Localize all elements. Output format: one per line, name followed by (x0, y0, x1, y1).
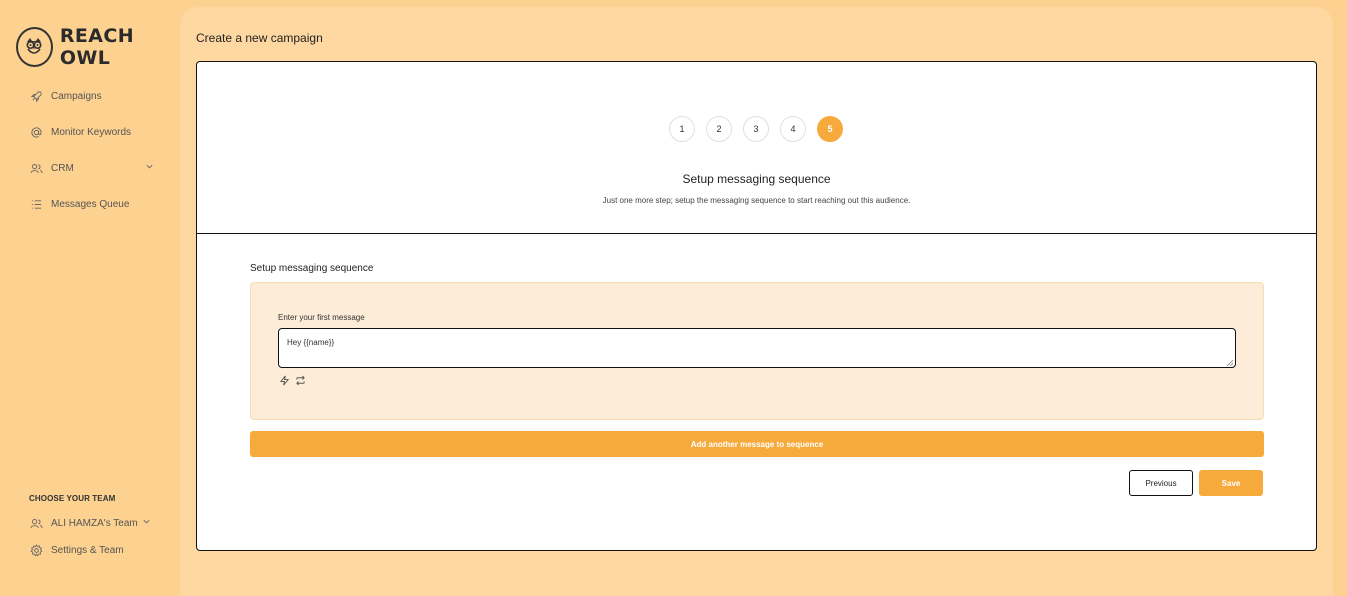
users-icon (29, 516, 43, 530)
sidebar: REACH OWL Campaigns Monitor Keywords CRM (0, 0, 180, 596)
sidebar-item-monitor-keywords[interactable]: Monitor Keywords (29, 122, 154, 142)
page-title: Create a new campaign (196, 31, 323, 45)
message-sequence-box: Enter your first message Hey {{name}} (250, 282, 1264, 420)
add-message-button[interactable]: Add another message to sequence (250, 431, 1264, 457)
repeat-icon[interactable] (294, 374, 306, 386)
previous-button[interactable]: Previous (1129, 470, 1193, 496)
team-name: ALI HAMZA's Team (51, 517, 138, 529)
step-subtitle: Just one more step; setup the messaging … (602, 196, 911, 205)
divider (197, 233, 1316, 234)
step-3[interactable]: 3 (743, 116, 769, 142)
settings-team-link[interactable]: Settings & Team (29, 543, 124, 557)
sidebar-item-crm[interactable]: CRM (29, 158, 154, 178)
sidebar-item-messages-queue[interactable]: Messages Queue (29, 194, 154, 214)
rocket-icon (29, 89, 43, 103)
first-message-label: Enter your first message (278, 313, 365, 322)
first-message-value: Hey {{name}} (287, 338, 335, 347)
sidebar-item-label: CRM (51, 162, 74, 174)
sidebar-item-label: Monitor Keywords (51, 126, 132, 138)
campaign-wizard-card: 1 2 3 4 5 Setup messaging sequence Just … (196, 61, 1317, 551)
team-selector[interactable]: ALI HAMZA's Team (29, 516, 151, 530)
brand-name: REACH OWL (59, 25, 135, 69)
chevron-down-icon[interactable] (142, 517, 151, 529)
users-icon (29, 161, 43, 175)
team-heading: CHOOSE YOUR TEAM (29, 494, 116, 503)
step-4[interactable]: 4 (780, 116, 806, 142)
step-5-active[interactable]: 5 (817, 116, 843, 142)
step-1[interactable]: 1 (669, 116, 695, 142)
at-icon (29, 125, 43, 139)
brand-logo[interactable]: REACH OWL (16, 25, 180, 69)
first-message-textarea[interactable]: Hey {{name}} (278, 328, 1236, 368)
chevron-down-icon[interactable] (145, 162, 154, 174)
list-icon (29, 197, 43, 211)
sidebar-item-campaigns[interactable]: Campaigns (29, 86, 154, 106)
save-button[interactable]: Save (1199, 470, 1263, 496)
resize-handle-icon[interactable] (1226, 359, 1234, 367)
step-2[interactable]: 2 (706, 116, 732, 142)
sidebar-nav: Campaigns Monitor Keywords CRM Messages … (29, 86, 154, 230)
step-title: Setup messaging sequence (682, 172, 831, 186)
settings-label: Settings & Team (51, 544, 124, 556)
app-root: REACH OWL Campaigns Monitor Keywords CRM (0, 0, 1347, 596)
main-panel: Create a new campaign 1 2 3 4 5 Setup me… (180, 7, 1333, 596)
owl-logo-icon (16, 27, 53, 67)
section-title: Setup messaging sequence (250, 263, 374, 274)
message-tools (278, 374, 310, 386)
stepper: 1 2 3 4 5 (669, 116, 854, 142)
lightning-icon[interactable] (278, 374, 290, 386)
sidebar-item-label: Messages Queue (51, 198, 130, 210)
sidebar-item-label: Campaigns (51, 90, 102, 102)
gear-icon (29, 543, 43, 557)
